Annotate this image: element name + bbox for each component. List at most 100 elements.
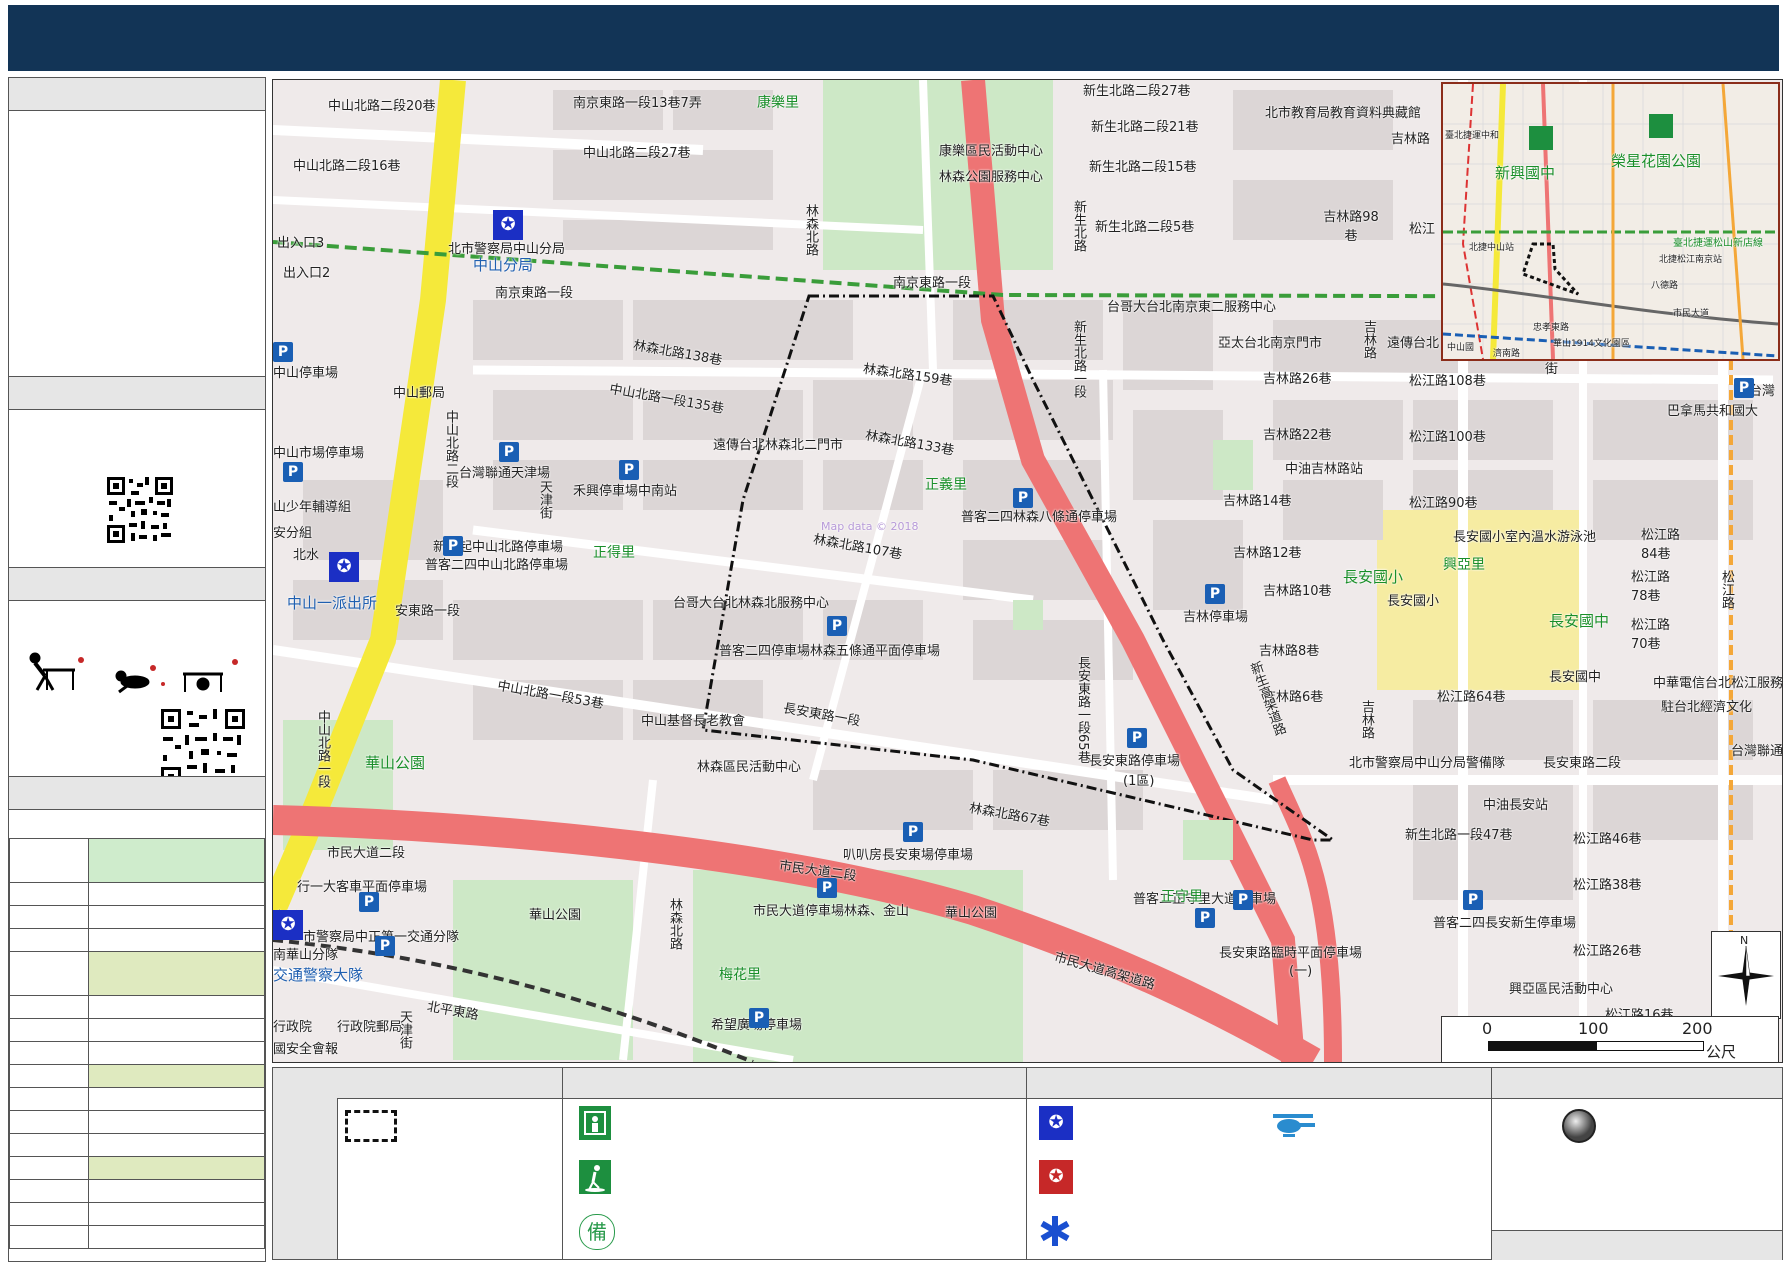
map-label: 長安東路臨時平面停車場 bbox=[1219, 946, 1363, 961]
map-label: 松江路26巷 bbox=[1573, 944, 1642, 959]
map-label: 松江路38巷 bbox=[1573, 878, 1642, 893]
parking-icon[interactable]: P bbox=[283, 462, 303, 482]
map-label: 松江路46巷 bbox=[1573, 832, 1642, 847]
table-cell bbox=[88, 1156, 265, 1180]
scale-segment bbox=[1488, 1041, 1596, 1051]
table-cell bbox=[88, 928, 265, 952]
parking-icon[interactable]: P bbox=[443, 536, 463, 556]
qr-code-icon[interactable] bbox=[105, 475, 175, 545]
map-label: 中山郵局 bbox=[393, 386, 446, 401]
legend-header bbox=[1027, 1068, 1492, 1099]
map-label: 興亞區民活動中心 bbox=[1509, 982, 1614, 997]
inset-label: 忠孝東路 bbox=[1533, 323, 1570, 333]
map-label: 長安國中 bbox=[1549, 612, 1610, 630]
table-cell bbox=[9, 1225, 89, 1249]
table-cell bbox=[88, 1041, 265, 1065]
police-icon[interactable]: ✪ bbox=[493, 210, 523, 240]
north-arrow: N bbox=[1711, 931, 1781, 1019]
header-banner bbox=[8, 5, 1779, 71]
parking-icon[interactable]: P bbox=[817, 878, 837, 898]
map-label: 中油長安站 bbox=[1483, 798, 1549, 813]
map-label: 梅花里 bbox=[719, 967, 761, 983]
emergency-shelter-icon bbox=[579, 1106, 611, 1140]
inset-label: 新興國中 bbox=[1495, 164, 1556, 182]
map-label: 華山公園 bbox=[365, 754, 426, 772]
map-label: 松江路 bbox=[1719, 570, 1734, 609]
table-cell bbox=[88, 995, 265, 1019]
scale-tick: 0 bbox=[1482, 1019, 1493, 1038]
boundary-symbol bbox=[345, 1110, 397, 1142]
map-label: 林森區民活動中心 bbox=[697, 760, 802, 775]
inset-label: 臺北捷運松山新店線 bbox=[1673, 238, 1763, 249]
table-cell bbox=[9, 1087, 89, 1111]
map-label: 南京東路一段 bbox=[495, 286, 574, 301]
table-cell bbox=[9, 1064, 89, 1088]
map-label: 普客二四長安新生停車場 bbox=[1433, 916, 1577, 931]
map-label: 中山分局 bbox=[473, 256, 534, 274]
police-icon[interactable]: ✪ bbox=[273, 910, 303, 940]
police-icon[interactable]: ✪ bbox=[329, 552, 359, 582]
sidebar bbox=[8, 77, 266, 1262]
parking-icon[interactable]: P bbox=[1195, 908, 1215, 928]
map-label: 吉林路 bbox=[1361, 320, 1376, 359]
map-label: 中山北路一段 bbox=[315, 710, 330, 788]
parking-icon[interactable]: P bbox=[375, 936, 395, 956]
map-label: 吉林路8巷 bbox=[1259, 644, 1320, 659]
map-label: 普客二正守里大道停車場 bbox=[1133, 892, 1277, 907]
parking-icon[interactable]: P bbox=[827, 616, 847, 636]
map-label: 駐台北經濟文化 bbox=[1661, 700, 1753, 715]
map-label: 遠傳台北林森北二門市 bbox=[713, 438, 844, 453]
table-cell bbox=[9, 1041, 89, 1065]
map-label: 長安國小 bbox=[1343, 568, 1404, 586]
table-cell bbox=[88, 1179, 265, 1203]
table-cell bbox=[88, 1202, 265, 1226]
parking-icon[interactable]: P bbox=[749, 1008, 769, 1028]
map-label: 中山市場停車場 bbox=[273, 446, 365, 461]
map-label: 長安東路二段 bbox=[1543, 756, 1622, 771]
map-label: 長安國中 bbox=[1549, 670, 1602, 685]
map-label: 中山北路二段16巷 bbox=[293, 159, 401, 174]
map-label: 吉林路22巷 bbox=[1263, 428, 1332, 443]
map-label: 南京東路一段13巷7弄 bbox=[573, 96, 702, 111]
sidebar-section-header-2 bbox=[9, 376, 265, 410]
map-label: 松江路70巷 bbox=[1631, 618, 1671, 652]
map-label: 松江 bbox=[1409, 222, 1436, 237]
parking-icon[interactable]: P bbox=[903, 822, 923, 842]
map-label: 台灣聯通 bbox=[1731, 744, 1783, 759]
table-cell bbox=[9, 838, 89, 883]
map-label: 林森公園服務中心 bbox=[939, 170, 1044, 185]
map-label: 長安東路一段65巷 bbox=[1075, 656, 1090, 764]
scale-bar: 0 100 200 公尺 bbox=[1441, 1016, 1779, 1062]
map-label: 國安全會報 bbox=[273, 1042, 339, 1057]
map-view[interactable]: 中山北路二段20巷 中山北路二段16巷 南京東路一段13巷7弄 中山北路二段27… bbox=[272, 79, 1783, 1063]
table-cell bbox=[88, 1018, 265, 1042]
map-label: 台灣聯通天津場 bbox=[459, 466, 551, 481]
parking-icon[interactable]: P bbox=[1127, 728, 1147, 748]
map-label: 巴拿馬共和國大 bbox=[1667, 404, 1759, 419]
table-cell bbox=[88, 1110, 265, 1134]
map-label: 中油吉林路站 bbox=[1285, 462, 1364, 477]
table-cell bbox=[9, 882, 89, 906]
parking-icon[interactable]: P bbox=[1205, 584, 1225, 604]
table-cell bbox=[88, 951, 265, 996]
scale-unit: 公尺 bbox=[1706, 1043, 1737, 1061]
map-label: 中山一派出所 bbox=[287, 594, 378, 612]
parking-icon[interactable]: P bbox=[1463, 890, 1483, 910]
parking-icon[interactable]: P bbox=[1013, 488, 1033, 508]
sidebar-section-header-4 bbox=[9, 776, 265, 810]
map-label: 吉林路12巷 bbox=[1233, 546, 1302, 561]
map-label: 安東路一段 bbox=[395, 604, 461, 619]
table-cell bbox=[9, 1202, 89, 1226]
inset-map[interactable]: 新興國中 榮星花園公園 臺北捷運中和 臺北捷運松山新店線 北捷松江南京站 北捷中… bbox=[1441, 82, 1780, 361]
map-label: 亞太台北南京門市 bbox=[1218, 336, 1323, 351]
parking-icon[interactable]: P bbox=[499, 442, 519, 462]
parking-icon[interactable]: P bbox=[273, 342, 293, 362]
parking-icon[interactable]: P bbox=[359, 892, 379, 912]
map-label: 正得里 bbox=[593, 545, 635, 561]
parking-icon[interactable]: P bbox=[619, 460, 639, 480]
legend-header bbox=[1492, 1068, 1782, 1099]
map-label: 南華山分隊 bbox=[273, 948, 339, 963]
parking-icon[interactable]: P bbox=[1734, 378, 1754, 398]
parking-icon[interactable]: P bbox=[1233, 890, 1253, 910]
map-label: 華山公園 bbox=[529, 908, 582, 923]
